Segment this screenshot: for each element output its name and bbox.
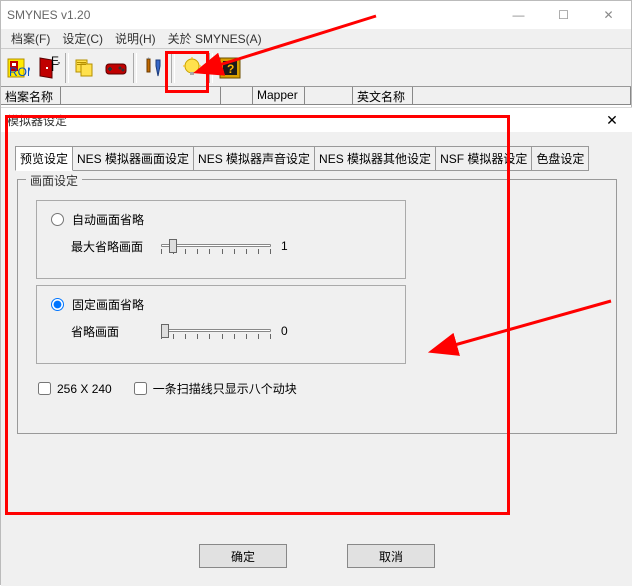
auto-skip-sublabel: 最大省略画面 — [51, 238, 161, 255]
toolbar-separator — [133, 53, 137, 83]
col-7[interactable] — [413, 87, 631, 104]
check-8sprites-input[interactable] — [134, 382, 147, 395]
col-filename[interactable]: 档案名称 — [1, 87, 61, 104]
lightbulb-icon[interactable] — [177, 51, 207, 85]
window-controls: — ☐ ✕ — [496, 1, 631, 29]
tools-icon[interactable] — [139, 51, 169, 85]
toolbar-separator — [65, 53, 69, 83]
help-icon[interactable]: ? — [215, 51, 245, 85]
toolbar-separator — [171, 53, 175, 83]
col-3[interactable] — [221, 87, 253, 104]
svg-text:ROM: ROM — [9, 65, 30, 79]
column-headers: 档案名称 Mapper 英文名称 — [1, 87, 631, 105]
menu-help[interactable]: 说明(H) — [109, 28, 162, 49]
check-8sprites[interactable]: 一条扫描线只显示八个动块 — [134, 380, 297, 397]
col-2[interactable] — [61, 87, 221, 104]
group-title: 画面设定 — [26, 172, 82, 189]
col-5[interactable] — [305, 87, 353, 104]
auto-skip-label: 自动画面省略 — [72, 211, 144, 228]
check-256x240-label: 256 X 240 — [57, 382, 112, 396]
tab-palette[interactable]: 色盘设定 — [531, 146, 589, 171]
toolbar: ROM E XI T ? — [1, 49, 631, 87]
fixed-skip-label: 固定画面省略 — [72, 296, 144, 313]
dialog-close-button[interactable]: ✕ — [597, 110, 627, 130]
dialog-titlebar: 模拟器设定 ✕ — [1, 108, 632, 132]
col-mapper[interactable]: Mapper — [253, 87, 305, 104]
video-group: 画面设定 自动画面省略 最大省略画面 — [17, 179, 617, 434]
check-8sprites-label: 一条扫描线只显示八个动块 — [153, 380, 297, 397]
window-title: SMYNES v1.20 — [7, 8, 496, 22]
fixed-skip-block: 固定画面省略 省略画面 0 — [36, 285, 406, 364]
maximize-button[interactable]: ☐ — [541, 1, 586, 29]
check-256x240-input[interactable] — [38, 382, 51, 395]
menu-file[interactable]: 档案(F) — [5, 28, 56, 49]
dialog-body: 预览设定 NES 模拟器画面设定 NES 模拟器声音设定 NES 模拟器其他设定… — [1, 132, 632, 586]
close-button[interactable]: ✕ — [586, 1, 631, 29]
auto-skip-slider[interactable] — [161, 236, 271, 256]
menubar: 档案(F) 设定(C) 说明(H) 关於 SMYNES(A) — [1, 29, 631, 49]
tab-other[interactable]: NES 模拟器其他设定 — [314, 146, 436, 171]
playlist-icon[interactable] — [71, 51, 101, 85]
check-256x240[interactable]: 256 X 240 — [38, 382, 112, 396]
tab-audio[interactable]: NES 模拟器声音设定 — [193, 146, 315, 171]
ok-button[interactable]: 确定 — [199, 544, 287, 568]
menu-about[interactable]: 关於 SMYNES(A) — [162, 28, 268, 49]
controller-icon[interactable] — [101, 51, 131, 85]
dialog-title: 模拟器设定 — [7, 112, 597, 129]
main-titlebar: SMYNES v1.20 — ☐ ✕ — [1, 1, 631, 29]
tab-nsf[interactable]: NSF 模拟器设定 — [435, 146, 532, 171]
minimize-button[interactable]: — — [496, 1, 541, 29]
tab-strip: 预览设定 NES 模拟器画面设定 NES 模拟器声音设定 NES 模拟器其他设定… — [15, 146, 619, 171]
checkbox-row: 256 X 240 一条扫描线只显示八个动块 — [38, 380, 596, 397]
svg-text:?: ? — [227, 62, 234, 76]
auto-skip-value: 1 — [281, 239, 288, 253]
fixed-skip-sublabel: 省略画面 — [51, 323, 161, 340]
tab-video[interactable]: NES 模拟器画面设定 — [72, 146, 194, 171]
dialog-buttons: 确定 取消 — [1, 544, 632, 568]
main-window: SMYNES v1.20 — ☐ ✕ 档案(F) 设定(C) 说明(H) 关於 … — [0, 0, 632, 585]
col-english-name[interactable]: 英文名称 — [353, 87, 413, 104]
fixed-skip-value: 0 — [281, 324, 288, 338]
fixed-skip-radio[interactable] — [51, 298, 64, 311]
auto-skip-radio[interactable] — [51, 213, 64, 226]
exit-icon[interactable]: E XI T — [33, 51, 63, 85]
auto-skip-block: 自动画面省略 最大省略画面 1 — [36, 200, 406, 279]
fixed-skip-slider[interactable] — [161, 321, 271, 341]
svg-text:I T: I T — [51, 60, 60, 74]
cancel-button[interactable]: 取消 — [347, 544, 435, 568]
rom-icon[interactable]: ROM — [3, 51, 33, 85]
tab-preview[interactable]: 预览设定 — [15, 146, 73, 171]
toolbar-separator — [209, 53, 213, 83]
menu-settings[interactable]: 设定(C) — [56, 28, 109, 49]
settings-dialog: 模拟器设定 ✕ 预览设定 NES 模拟器画面设定 NES 模拟器声音设定 NES… — [1, 107, 632, 586]
